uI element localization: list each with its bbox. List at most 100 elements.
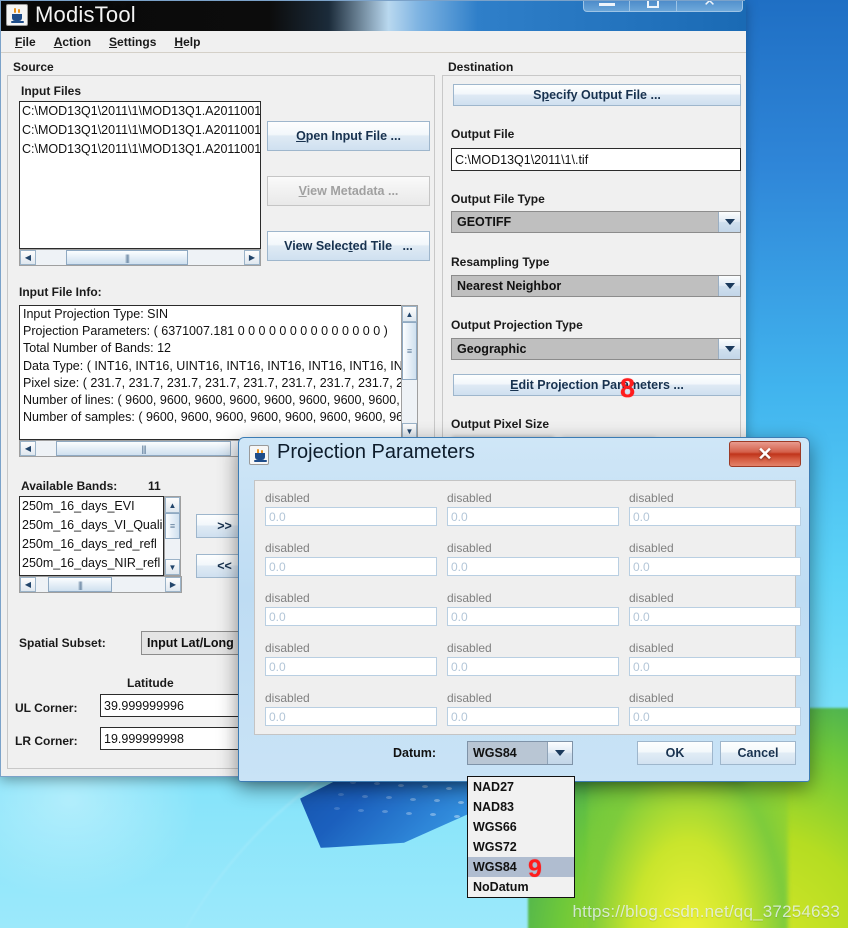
view-selected-tile-button[interactable]: View Selected Tile ... [267, 231, 430, 261]
info-line: Pixel size: ( 231.7, 231.7, 231.7, 231.7… [23, 375, 418, 390]
info-line: Data Type: ( INT16, INT16, UINT16, INT16… [23, 358, 418, 373]
projection-parameter-label: disabled [629, 491, 674, 505]
scroll-left-icon[interactable]: ◀ [20, 577, 36, 592]
datum-dropdown-popup[interactable]: NAD27 NAD83 WGS66 WGS72 WGS84 NoDatum [467, 776, 575, 898]
projection-parameter-cell: disabled 0.0 [447, 491, 619, 526]
datum-option-wgs72[interactable]: WGS72 [468, 837, 574, 857]
projection-parameter-input[interactable]: 0.0 [265, 657, 437, 676]
projection-parameter-cell: disabled 0.0 [265, 691, 437, 726]
ul-corner-latitude-input[interactable]: 39.999999996 [100, 694, 245, 717]
projection-parameter-label: disabled [265, 491, 310, 505]
scroll-track[interactable]: ||| [36, 577, 165, 592]
projection-parameter-cell: disabled 0.0 [629, 691, 801, 726]
maximize-icon[interactable] [630, 1, 677, 12]
scroll-left-icon[interactable]: ◀ [20, 250, 36, 265]
scroll-up-icon[interactable]: ▲ [165, 497, 180, 513]
projection-parameter-label: disabled [629, 541, 674, 555]
available-bands-list[interactable]: 250m_16_days_EVI 250m_16_days_VI_Quali 2… [19, 496, 164, 576]
projection-parameter-input[interactable]: 0.0 [447, 707, 619, 726]
scroll-right-icon[interactable]: ▶ [165, 577, 181, 592]
close-icon[interactable]: ✕ [677, 1, 743, 12]
input-files-list[interactable]: C:\MOD13Q1\2011\1\MOD13Q1.A2011001. C:\M… [19, 101, 261, 249]
minimize-icon[interactable] [583, 1, 630, 12]
dialog-titlebar: Projection Parameters ✕ [239, 438, 809, 472]
projection-parameter-input[interactable]: 0.0 [629, 707, 801, 726]
input-file-info-vscrollbar[interactable]: ▲ ≡ ▼ [401, 305, 418, 440]
list-item[interactable]: C:\MOD13Q1\2011\1\MOD13Q1.A2011001. [20, 140, 260, 159]
projection-parameter-input[interactable]: 0.0 [265, 557, 437, 576]
edit-projection-parameters-button[interactable]: Edit Projection Parameters ... [453, 374, 741, 396]
list-item[interactable]: C:\MOD13Q1\2011\1\MOD13Q1.A2011001. [20, 102, 260, 121]
projection-parameter-label: disabled [447, 591, 492, 605]
window-title: ModisTool [35, 2, 136, 27]
scroll-thumb[interactable]: ≡ [165, 513, 180, 539]
chevron-down-icon[interactable] [718, 276, 740, 296]
projection-parameter-cell: disabled 0.0 [447, 591, 619, 626]
scroll-left-icon[interactable]: ◀ [20, 441, 36, 456]
input-file-info-textarea[interactable]: Input Projection Type: SIN Projection Pa… [19, 305, 418, 440]
available-bands-label: Available Bands: [21, 479, 118, 493]
projection-parameter-input[interactable]: 0.0 [265, 507, 437, 526]
menu-file[interactable]: File [7, 33, 44, 51]
projection-parameter-input[interactable]: 0.0 [447, 557, 619, 576]
output-pixel-size-label: Output Pixel Size [451, 417, 550, 431]
available-bands-hscrollbar[interactable]: ◀ ||| ▶ [19, 576, 182, 593]
input-files-label: Input Files [21, 84, 81, 98]
scroll-thumb[interactable]: ||| [48, 577, 112, 592]
input-files-hscrollbar[interactable]: ◀ ||| ▶ [19, 249, 261, 266]
projection-parameter-input[interactable]: 0.0 [629, 557, 801, 576]
scroll-thumb[interactable]: ≡ [402, 322, 417, 380]
open-input-file-button[interactable]: Open Input File ... [267, 121, 430, 151]
menu-settings[interactable]: Settings [101, 33, 164, 51]
projection-parameter-cell: disabled 0.0 [447, 641, 619, 676]
chevron-down-icon[interactable] [547, 742, 572, 764]
scroll-thumb[interactable]: ||| [56, 441, 231, 456]
projection-parameter-cell: disabled 0.0 [629, 541, 801, 576]
projection-parameter-input[interactable]: 0.0 [629, 657, 801, 676]
list-item[interactable]: 250m_16_days_VI_Quali [20, 516, 163, 535]
projection-parameter-label: disabled [447, 641, 492, 655]
chevron-down-icon[interactable] [718, 339, 740, 359]
list-item[interactable]: 250m_16_days_NIR_refl [20, 554, 163, 573]
scroll-track[interactable]: ||| [36, 250, 244, 265]
projection-parameter-input[interactable]: 0.0 [629, 507, 801, 526]
resampling-type-combo[interactable]: Nearest Neighbor [451, 275, 741, 297]
menu-action[interactable]: Action [46, 33, 99, 51]
scroll-track[interactable]: ≡ [165, 513, 180, 559]
projection-parameter-input[interactable]: 0.0 [265, 707, 437, 726]
projection-parameter-input[interactable]: 0.0 [447, 607, 619, 626]
info-line: Total Number of Bands: 12 [23, 341, 171, 356]
list-item[interactable]: 250m_16_days_red_refl [20, 535, 163, 554]
scroll-right-icon[interactable]: ▶ [244, 250, 260, 265]
ok-button[interactable]: OK [637, 741, 713, 765]
projection-parameter-input[interactable]: 0.0 [447, 507, 619, 526]
datum-option-nad27[interactable]: NAD27 [468, 777, 574, 797]
lr-corner-latitude-input[interactable]: 19.999999998 [100, 727, 245, 750]
cancel-button[interactable]: Cancel [720, 741, 796, 765]
output-projection-type-combo[interactable]: Geographic [451, 338, 741, 360]
list-item[interactable]: C:\MOD13Q1\2011\1\MOD13Q1.A2011001. [20, 121, 260, 140]
available-bands-vscrollbar[interactable]: ▲ ≡ ▼ [164, 496, 181, 576]
datum-option-nad83[interactable]: NAD83 [468, 797, 574, 817]
projection-parameter-input[interactable]: 0.0 [629, 607, 801, 626]
scroll-down-icon[interactable]: ▼ [165, 559, 180, 575]
available-bands-count: 11 [148, 479, 161, 493]
chevron-down-icon[interactable] [718, 212, 740, 232]
output-file-type-combo[interactable]: GEOTIFF [451, 211, 741, 233]
scroll-track[interactable]: ≡ [402, 322, 417, 423]
close-icon[interactable]: ✕ [729, 441, 801, 467]
projection-parameter-label: disabled [265, 541, 310, 555]
projection-parameter-input[interactable]: 0.0 [265, 607, 437, 626]
datum-combo[interactable]: WGS84 [467, 741, 573, 765]
projection-parameter-input[interactable]: 0.0 [447, 657, 619, 676]
datum-option-wgs66[interactable]: WGS66 [468, 817, 574, 837]
view-metadata-button[interactable]: View Metadata ... [267, 176, 430, 206]
menu-help[interactable]: Help [166, 33, 208, 51]
datum-option-nodatum[interactable]: NoDatum [468, 877, 574, 897]
scroll-thumb[interactable]: ||| [66, 250, 188, 265]
datum-option-wgs84[interactable]: WGS84 [468, 857, 574, 877]
output-file-input[interactable]: C:\MOD13Q1\2011\1\.tif [451, 148, 741, 171]
scroll-up-icon[interactable]: ▲ [402, 306, 417, 322]
list-item[interactable]: 250m_16_days_EVI [20, 497, 163, 516]
specify-output-file-button[interactable]: Specify Output File ... [453, 84, 741, 106]
